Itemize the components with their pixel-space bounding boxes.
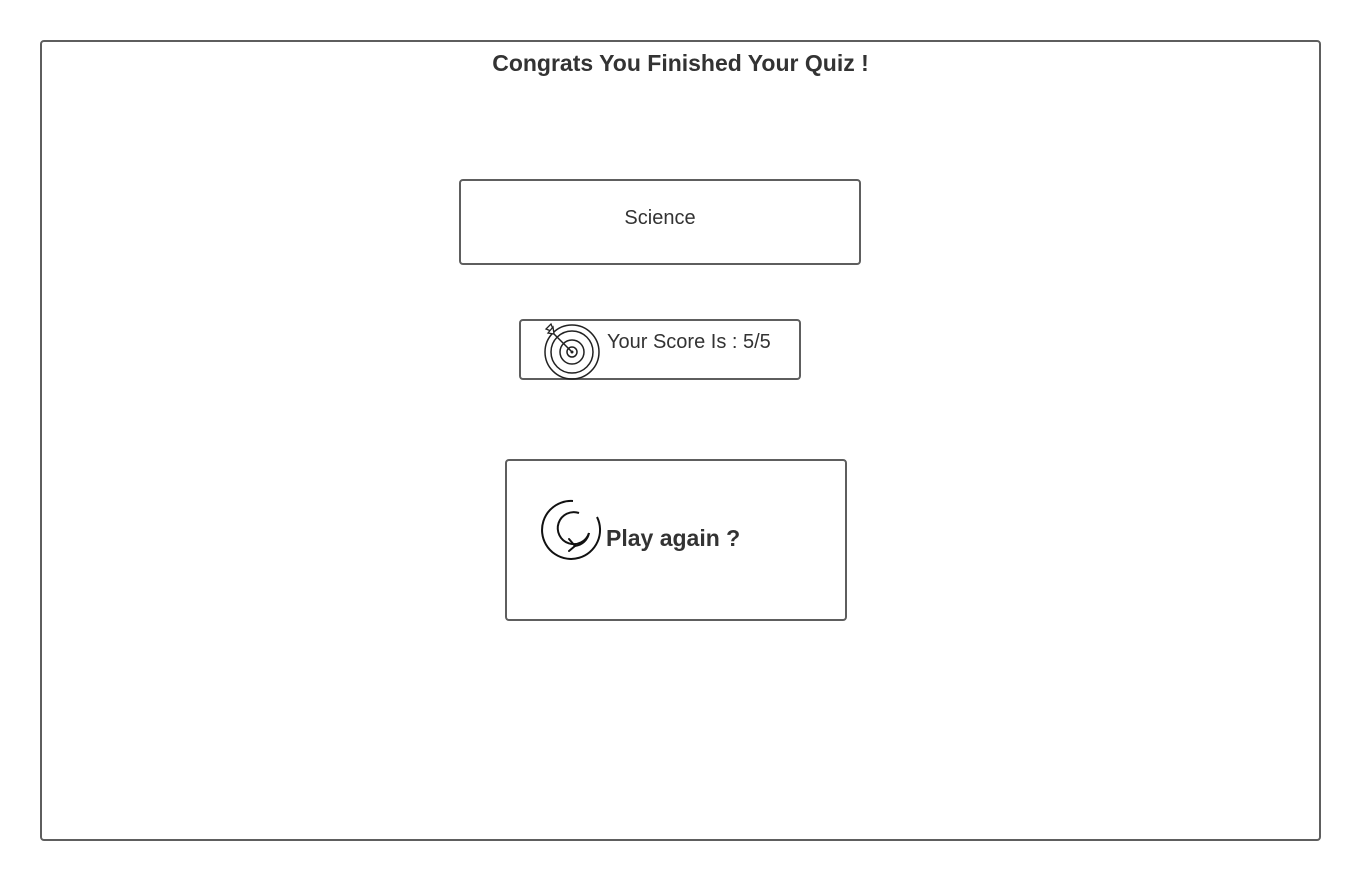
quiz-result-frame	[40, 40, 1321, 841]
play-again-label: Play again ?	[606, 525, 741, 551]
target-icon	[541, 321, 603, 381]
score-text: Your Score Is : 5/5	[607, 331, 771, 353]
replay-icon	[539, 497, 605, 563]
category-label: Science	[624, 206, 696, 229]
page-title: Congrats You Finished Your Quiz !	[492, 50, 869, 76]
category-box: Science	[459, 179, 861, 265]
score-box: Your Score Is : 5/5	[519, 319, 801, 380]
play-again-button[interactable]: Play again ?	[505, 459, 847, 621]
